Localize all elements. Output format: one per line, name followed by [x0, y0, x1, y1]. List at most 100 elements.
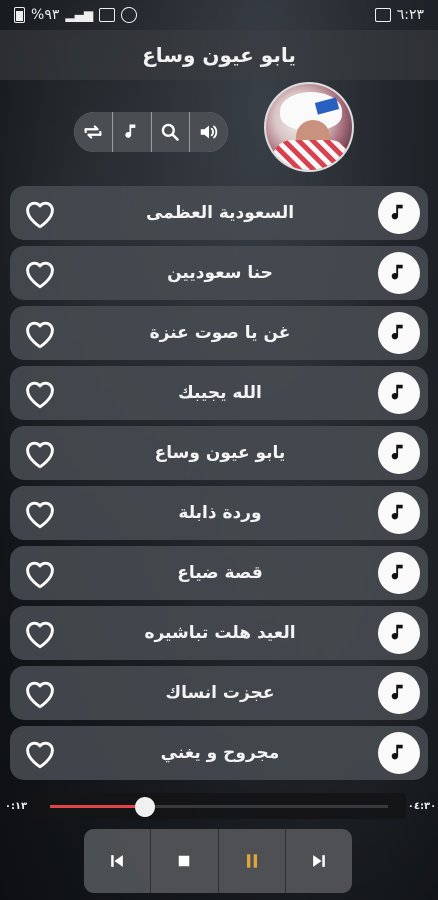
seek-thumb[interactable]	[134, 797, 155, 817]
header-bar: يابو عيون وساع	[0, 30, 438, 80]
favorite-button[interactable]	[18, 551, 62, 595]
heart-icon	[26, 261, 54, 289]
repeat-button[interactable]	[74, 112, 113, 152]
song-row[interactable]: السعودية العظمى	[10, 186, 428, 240]
play-song-button[interactable]	[378, 552, 420, 594]
play-song-button[interactable]	[378, 612, 420, 654]
pause-button[interactable]	[218, 829, 286, 893]
music-note-icon	[391, 504, 403, 520]
song-row[interactable]: العيد هلت تباشيره	[10, 606, 428, 660]
seek-bar-fill	[50, 805, 145, 808]
search-icon	[162, 123, 180, 141]
song-title: عجزت انساك	[165, 683, 275, 703]
play-song-button[interactable]	[378, 492, 420, 534]
song-row[interactable]: قصة ضياع	[10, 546, 428, 600]
heart-icon	[26, 201, 54, 229]
play-song-button[interactable]	[378, 432, 420, 474]
song-row[interactable]: وردة ذابلة	[10, 486, 428, 540]
battery-icon	[14, 7, 25, 23]
music-note-icon	[391, 324, 403, 340]
favorite-button[interactable]	[18, 251, 62, 295]
stop-button[interactable]	[151, 829, 219, 893]
song-row[interactable]: يابو عيون وساع	[10, 426, 428, 480]
heart-icon	[26, 741, 54, 769]
play-song-button[interactable]	[378, 252, 420, 294]
music-note-icon	[391, 744, 403, 760]
favorite-button[interactable]	[18, 491, 62, 535]
progress-area: ٠:١٣ ٠٤:٣٠	[0, 792, 438, 820]
song-row[interactable]: غن يا صوت عنزة	[10, 306, 428, 360]
elapsed-time: ٠:١٣	[4, 800, 28, 812]
music-note-icon	[391, 684, 403, 700]
favorite-button[interactable]	[18, 191, 62, 235]
play-song-button[interactable]	[378, 372, 420, 414]
gallery-icon	[99, 8, 116, 22]
album-art	[264, 82, 354, 172]
song-row[interactable]: عجزت انساك	[10, 666, 428, 720]
song-row[interactable]: الله يجيبك	[10, 366, 428, 420]
song-row[interactable]: حنا سعوديين	[10, 246, 428, 300]
music-note-icon	[124, 124, 135, 138]
seek-bar-container	[32, 793, 406, 819]
music-note-icon	[391, 564, 403, 580]
signal-icon: ▂▄▆	[65, 8, 94, 22]
repeat-icon	[84, 125, 102, 139]
song-row[interactable]: مجروح و يغني	[10, 726, 428, 780]
music-note-icon	[391, 264, 403, 280]
previous-button[interactable]	[84, 829, 152, 893]
status-right: ٦:٢٣	[374, 7, 424, 23]
song-title: السعودية العظمى	[145, 203, 295, 223]
song-title: حنا سعوديين	[167, 263, 273, 283]
skip-previous-icon	[111, 855, 123, 867]
play-song-button[interactable]	[378, 192, 420, 234]
alarm-icon	[121, 7, 138, 23]
volume-icon	[200, 125, 218, 139]
status-time: ٦:٢٣	[396, 7, 424, 23]
favorite-button[interactable]	[18, 611, 62, 655]
song-title: قصة ضياع	[177, 563, 263, 583]
stop-icon	[179, 855, 190, 867]
favorite-button[interactable]	[18, 731, 62, 775]
next-button[interactable]	[285, 829, 352, 893]
pause-icon	[246, 854, 257, 868]
music-button[interactable]	[112, 112, 152, 152]
album-art-scarf	[272, 140, 350, 170]
song-title: يابو عيون وساع	[154, 443, 286, 463]
song-title: وردة ذابلة	[178, 503, 262, 523]
song-title: مجروح و يغني	[160, 743, 280, 763]
search-button[interactable]	[151, 112, 191, 152]
heart-icon	[26, 381, 54, 409]
heart-icon	[26, 621, 54, 649]
music-note-icon	[391, 384, 403, 400]
music-note-icon	[391, 204, 403, 220]
favorite-button[interactable]	[18, 671, 62, 715]
seek-bar[interactable]	[50, 797, 388, 817]
favorite-button[interactable]	[18, 311, 62, 355]
toolbar	[74, 112, 228, 152]
favorite-button[interactable]	[18, 431, 62, 475]
music-note-icon	[391, 624, 403, 640]
heart-icon	[26, 321, 54, 349]
heart-icon	[26, 561, 54, 589]
status-bar: %٩٣ ▂▄▆ ٦:٢٣	[0, 0, 438, 30]
song-list: السعودية العظمى حنا سعوديين غن يا صوت عنزة…	[10, 186, 428, 786]
playback-controls	[84, 829, 352, 893]
battery-level: %٩٣	[31, 7, 60, 23]
heart-icon	[26, 681, 54, 709]
song-title: غن يا صوت عنزة	[149, 323, 291, 343]
song-title: الله يجيبك	[178, 383, 262, 403]
heart-icon	[26, 501, 54, 529]
screenshot-icon	[374, 8, 391, 22]
skip-next-icon	[313, 855, 325, 867]
song-title: العيد هلت تباشيره	[144, 623, 296, 643]
play-song-button[interactable]	[378, 672, 420, 714]
music-note-icon	[391, 444, 403, 460]
play-song-button[interactable]	[378, 732, 420, 774]
total-duration: ٠٤:٣٠	[407, 800, 437, 812]
heart-icon	[26, 441, 54, 469]
status-left: %٩٣ ▂▄▆	[14, 7, 138, 23]
favorite-button[interactable]	[18, 371, 62, 415]
now-playing-title: يابو عيون وساع	[142, 43, 296, 67]
volume-button[interactable]	[190, 112, 228, 152]
play-song-button[interactable]	[378, 312, 420, 354]
